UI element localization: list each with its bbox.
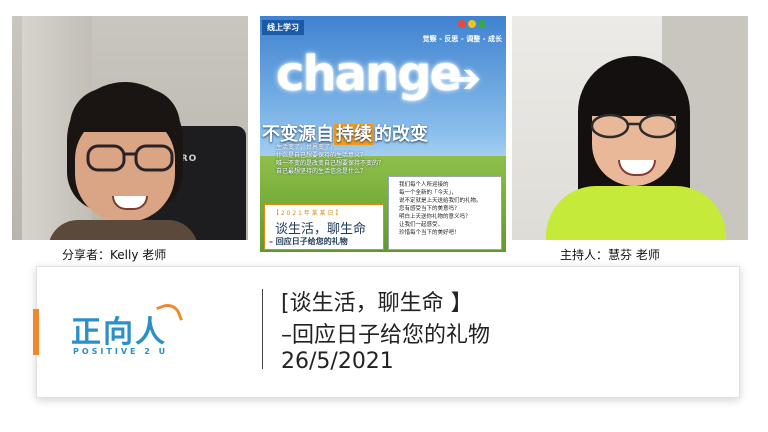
poster-date-bar: 【 2 0 2 1 年 某 某 日 】 [273, 210, 342, 217]
note-line: 说不定就是上天送给我们的礼物。 [399, 198, 482, 204]
small-line: 唯一不变的是改变自己想要保持不变的？ [276, 160, 385, 167]
poster-slogan: 觉察 - 反思 - 调整 - 成长 [422, 35, 502, 43]
small-line: 生活变了，世界变了， [276, 144, 337, 151]
note-line: 明白上天送你礼物的意义吗？ [399, 214, 471, 220]
speaker-glasses [86, 144, 174, 172]
host-glasses [590, 113, 678, 139]
host-caption: 主持人：慧芬 老师 [560, 248, 660, 262]
banner-divider [262, 289, 263, 369]
session-subtitle: –回应日子给您的礼物 [281, 323, 491, 348]
arrow-right-icon: ➔ [448, 56, 482, 102]
dot-icon [468, 20, 476, 28]
brand-logo-subtitle: POSITIVE 2 U [73, 347, 169, 356]
headline-highlight: 持续 [334, 124, 374, 145]
poster-cloud-word: change [276, 46, 462, 102]
poster-title-line2: – 回应日子给您的礼物 [269, 237, 348, 246]
poster-note-box: 我们每个人所迎接的 每一个全新的「今天」， 说不定就是上天送给我们的礼物。 您有… [388, 176, 502, 250]
poster-small-text: 生活变了，世界变了， 什么是自己想要保持的生活意义？ 唯一不变的是改变自己想要保… [276, 144, 384, 176]
note-line: 让我们一起感受， [399, 222, 444, 228]
session-title: [谈生活，聊生命 】 [281, 291, 473, 316]
dot-icon [458, 20, 466, 28]
note-line: 珍惜每个当下的美好吧！ [399, 230, 460, 236]
banner-accent-bar [33, 309, 39, 355]
poster-tag: 线上学习 [262, 20, 304, 35]
headline-prefix: 不变源自 [262, 124, 334, 145]
host-video-tile[interactable] [512, 16, 748, 240]
brand-logo-text: 正向人 [71, 315, 167, 350]
poster-headline: 不变源自 持续 的改变 [262, 120, 428, 146]
small-line: 自己最想坚持的生活信念是什么？ [276, 168, 367, 175]
session-date: 26/5/2021 [281, 349, 394, 374]
headline-suffix: 的改变 [374, 124, 428, 145]
session-banner: 正向人 POSITIVE 2 U [谈生活，聊生命 】 –回应日子给您的礼物 2… [33, 266, 740, 398]
note-line: 每一个全新的「今天」， [399, 190, 457, 196]
note-line: 我们每个人所迎接的 [399, 182, 449, 188]
speaker-bangs [70, 88, 180, 132]
poster-title-box: 【 2 0 2 1 年 某 某 日 】 谈生活，聊生命 – 回应日子给您的礼物 [264, 204, 384, 250]
dot-icon [478, 20, 486, 28]
poster-logo-dots [458, 20, 486, 28]
host-shirt [546, 186, 726, 240]
speaker-shirt [48, 220, 198, 240]
small-line: 什么是自己想要保持的生活意义？ [276, 152, 367, 159]
speaker-caption: 分享者：Kelly 老师 [62, 248, 167, 262]
poster-title-line1: 谈生活，聊生命 [275, 222, 367, 237]
event-poster: 线上学习 觉察 - 反思 - 调整 - 成长 change ➔ 不变源自 持续 的改… [260, 16, 506, 252]
speaker-video-tile[interactable]: ST RO [12, 16, 248, 240]
note-line: 您有感受当下的美意吗？ [399, 206, 460, 212]
